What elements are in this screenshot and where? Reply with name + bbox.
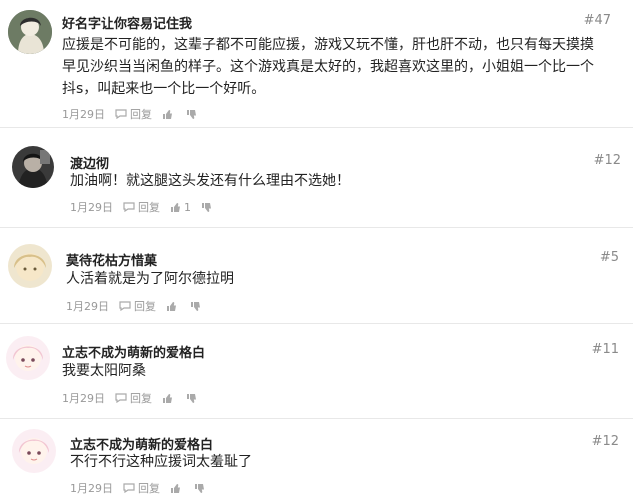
reply-label: 回复	[134, 300, 156, 313]
dislike-button[interactable]	[186, 109, 197, 120]
avatar-image-icon	[12, 429, 56, 473]
thumbs-up-icon	[167, 301, 176, 311]
reply-button[interactable]: 回复	[115, 106, 152, 122]
floor-number: #5	[599, 250, 619, 265]
reply-label: 回复	[130, 108, 152, 121]
comment-item: 莫待花枯方惜菓 #5 人活着就是为了阿尔德拉明 1月29日 回复	[0, 228, 633, 323]
comment-author[interactable]: 莫待花枯方惜菓	[66, 250, 157, 269]
thumbs-down-icon	[187, 393, 196, 403]
dislike-button[interactable]	[190, 301, 201, 312]
thumbs-up-icon	[171, 202, 180, 212]
thumbs-down-icon	[187, 109, 196, 119]
reply-button[interactable]: 回复	[123, 480, 160, 496]
comment-date: 1月29日	[62, 392, 105, 405]
reply-label: 回复	[130, 392, 152, 405]
comment-meta: 1月29日 回复	[62, 106, 197, 122]
like-button[interactable]	[162, 393, 176, 404]
thumbs-down-icon	[195, 483, 204, 493]
dislike-button[interactable]	[201, 202, 212, 213]
comment-date: 1月29日	[62, 108, 105, 121]
comment-meta: 1月29日 回复	[66, 298, 201, 314]
comment-author[interactable]: 立志不成为萌新的爱格白	[62, 342, 205, 361]
floor-number: #12	[593, 153, 621, 168]
reply-icon	[115, 109, 127, 119]
comment-text-line: 应援是不可能的，这辈子都不可能应援，游戏又玩不懂，肝也肝不动，也只有每天摸摸	[62, 37, 594, 53]
comment-date: 1月29日	[70, 201, 113, 214]
comment-text-line: 早见沙织当当闲鱼的样子。这个游戏真是太好的，我超喜欢这里的，小姐姐一个比一个	[62, 59, 594, 75]
avatar[interactable]	[12, 429, 56, 473]
avatar[interactable]	[8, 244, 52, 288]
avatar[interactable]	[8, 10, 52, 54]
comment-text-line: 我要太阳阿桑	[62, 363, 146, 379]
reply-button[interactable]: 回复	[115, 390, 152, 406]
reply-icon	[119, 301, 131, 311]
comment-text-line: 人活着就是为了阿尔德拉明	[66, 271, 234, 287]
comment-date: 1月29日	[70, 482, 113, 495]
comment-item: 好名字让你容易记住我 #47 应援是不可能的，这辈子都不可能应援，游戏又玩不懂，…	[0, 0, 633, 127]
avatar-image-icon	[12, 146, 54, 188]
like-count: 1	[184, 200, 191, 214]
avatar-image-icon	[8, 244, 52, 288]
dislike-button[interactable]	[194, 483, 205, 494]
comment-text-line: 不行不行这种应援词太羞耻了	[70, 454, 252, 470]
comment-meta: 1月29日 回复 1	[70, 199, 212, 215]
comment-text-line: 加油啊！就这腿这头发还有什么理由不选她！	[70, 173, 350, 189]
floor-number: #11	[591, 342, 619, 357]
like-button[interactable]	[170, 483, 184, 494]
reply-label: 回复	[138, 201, 160, 214]
comment-meta: 1月29日 回复	[62, 390, 197, 406]
like-button[interactable]	[166, 301, 180, 312]
reply-icon	[115, 393, 127, 403]
avatar-image-icon	[6, 336, 50, 380]
comment-item: 立志不成为萌新的爱格白 #12 不行不行这种应援词太羞耻了 1月29日 回复	[0, 419, 633, 502]
thumbs-up-icon	[163, 393, 172, 403]
like-button[interactable]: 1	[170, 201, 191, 214]
reply-label: 回复	[138, 482, 160, 495]
reply-button[interactable]: 回复	[123, 199, 160, 215]
floor-number: #12	[591, 434, 619, 449]
reply-icon	[123, 202, 135, 212]
thumbs-down-icon	[202, 202, 211, 212]
comment-item: 立志不成为萌新的爱格白 #11 我要太阳阿桑 1月29日 回复	[0, 324, 633, 418]
comment-text-line: 抖s，叫起来也一个比一个好听。	[62, 81, 266, 97]
comment-author[interactable]: 好名字让你容易记住我	[62, 13, 192, 32]
avatar[interactable]	[6, 336, 50, 380]
like-button[interactable]	[162, 109, 176, 120]
thumbs-down-icon	[191, 301, 200, 311]
comment-date: 1月29日	[66, 300, 109, 313]
reply-button[interactable]: 回复	[119, 298, 156, 314]
thumbs-up-icon	[163, 109, 172, 119]
comment-item: 渡边彻 #12 加油啊！就这腿这头发还有什么理由不选她！ 1月29日 回复 1	[0, 128, 633, 226]
dislike-button[interactable]	[186, 393, 197, 404]
avatar-image-icon	[8, 10, 52, 54]
reply-icon	[123, 483, 135, 493]
comment-meta: 1月29日 回复	[70, 480, 205, 496]
avatar[interactable]	[12, 146, 54, 188]
floor-number: #47	[583, 13, 611, 28]
thumbs-up-icon	[171, 483, 180, 493]
